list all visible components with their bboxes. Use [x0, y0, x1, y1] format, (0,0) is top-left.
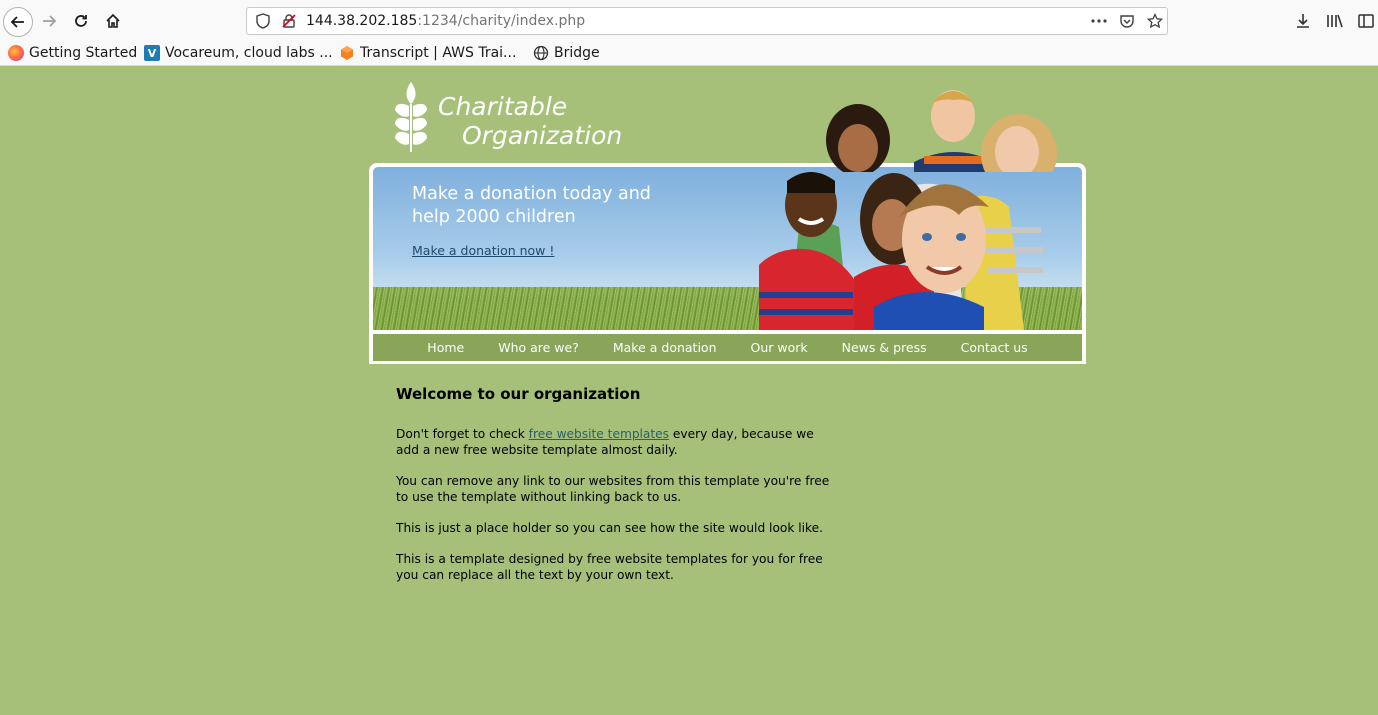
- url-bar[interactable]: 144.38.202.185:1234/charity/index.php: [246, 7, 1168, 35]
- shield-icon[interactable]: [253, 11, 273, 31]
- vocareum-icon: V: [144, 45, 160, 61]
- home-icon: [106, 13, 120, 28]
- main-nav: Home Who are we? Make a donation Our wor…: [373, 334, 1082, 361]
- logo-title-line2: Organization: [462, 121, 623, 150]
- paragraph-placeholder: This is just a place holder so you can s…: [396, 521, 824, 535]
- nav-contact-us[interactable]: Contact us: [961, 340, 1028, 355]
- bookmark-star-icon[interactable]: [1145, 11, 1165, 31]
- url-path: :1234/charity/index.php: [417, 13, 586, 29]
- bookmark-getting-started[interactable]: Getting Started: [8, 44, 137, 62]
- forward-button[interactable]: [35, 7, 63, 35]
- back-button[interactable]: [3, 7, 33, 37]
- main-content: Welcome to our organization Don't forget…: [396, 384, 836, 598]
- reload-button[interactable]: [67, 7, 95, 35]
- pocket-icon[interactable]: [1117, 11, 1137, 31]
- library-icon[interactable]: [1324, 10, 1346, 32]
- nav-news-press[interactable]: News & press: [842, 340, 927, 355]
- bookmark-label: Bridge: [554, 45, 600, 61]
- paragraph-text: Don't forget to check: [396, 427, 529, 441]
- nav-our-work[interactable]: Our work: [751, 340, 808, 355]
- nav-who-are-we[interactable]: Who are we?: [498, 340, 579, 355]
- arrow-left-icon: [10, 16, 24, 28]
- bookmark-label: Vocareum, cloud labs ...: [165, 45, 333, 61]
- paragraph-template-info: This is a template designed by free webs…: [396, 552, 823, 582]
- home-button[interactable]: [99, 7, 127, 35]
- bookmark-aws-transcript[interactable]: Transcript | AWS Trai...: [339, 44, 516, 62]
- children-heads-photo: [826, 90, 1057, 172]
- globe-icon: [533, 45, 549, 61]
- bookmark-label: Transcript | AWS Trai...: [360, 45, 517, 61]
- reload-icon: [75, 15, 87, 27]
- banner-title: Make a donation today and help 2000 chil…: [412, 184, 651, 227]
- bookmark-vocareum[interactable]: V Vocareum, cloud labs ...: [144, 44, 333, 62]
- bookmark-label: Getting Started: [29, 45, 138, 61]
- free-templates-link[interactable]: free website templates: [529, 427, 669, 441]
- paragraph-remove-links: You can remove any link to our websites …: [396, 474, 830, 504]
- browser-toolbar: 144.38.202.185:1234/charity/index.php: [0, 0, 1378, 42]
- url-host: 144.38.202.185: [306, 13, 418, 29]
- arrow-right-icon: [43, 15, 57, 27]
- more-actions-icon[interactable]: [1089, 11, 1109, 31]
- children-photo: [759, 172, 1043, 330]
- nav-home[interactable]: Home: [427, 340, 464, 355]
- sidebar-icon[interactable]: [1355, 10, 1377, 32]
- paragraph-templates: Don't forget to check free website templ…: [396, 426, 836, 458]
- url-text[interactable]: 144.38.202.185:1234/charity/index.php: [306, 13, 585, 29]
- downloads-icon[interactable]: [1292, 10, 1314, 32]
- nav-make-a-donation[interactable]: Make a donation: [613, 340, 717, 355]
- insecure-lock-icon[interactable]: [279, 11, 299, 31]
- bookmark-bridge[interactable]: Bridge: [533, 44, 600, 62]
- logo-title-line1: Charitable: [438, 92, 568, 121]
- aws-icon: [339, 45, 355, 61]
- donate-now-link[interactable]: Make a donation now !: [412, 243, 554, 258]
- firefox-icon: [8, 45, 24, 61]
- page-heading: Welcome to our organization: [396, 385, 641, 403]
